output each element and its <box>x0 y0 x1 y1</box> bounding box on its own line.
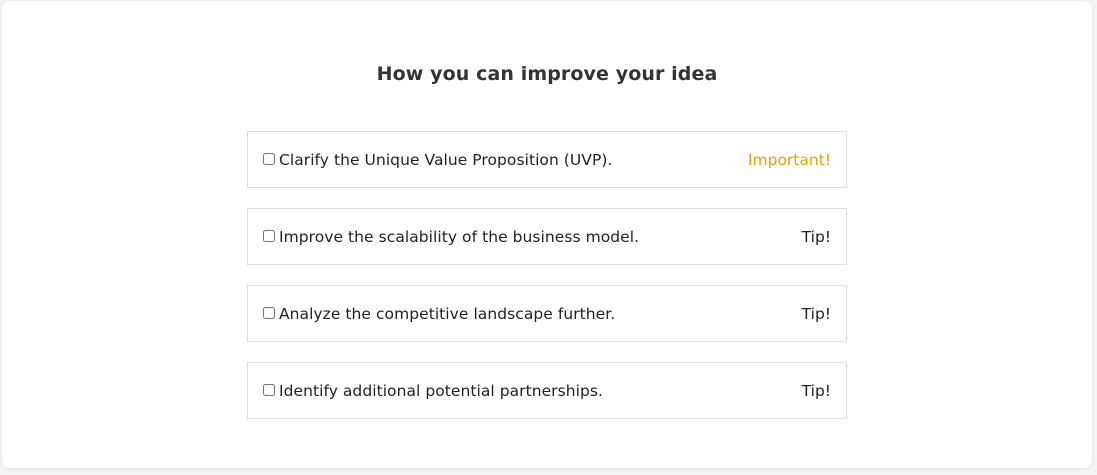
important-badge: Important! <box>747 150 831 169</box>
item-label: Improve the scalability of the business … <box>279 227 640 246</box>
improvement-list: Clarify the Unique Value Proposition (UV… <box>247 131 847 439</box>
improvement-card: How you can improve your idea Clarify th… <box>2 1 1092 468</box>
item-label: Clarify the Unique Value Proposition (UV… <box>279 150 613 169</box>
list-item: Improve the scalability of the business … <box>247 208 847 265</box>
list-item: Analyze the competitive landscape furthe… <box>247 285 847 342</box>
tip-badge: Tip! <box>801 304 831 323</box>
item-label: Identify additional potential partnershi… <box>279 381 603 400</box>
page-title: How you can improve your idea <box>376 63 718 85</box>
tip-badge: Tip! <box>801 227 831 246</box>
item-checkbox[interactable] <box>263 383 275 396</box>
item-checkbox[interactable] <box>263 229 275 242</box>
tip-badge: Tip! <box>801 381 831 400</box>
item-checkbox[interactable] <box>263 152 275 165</box>
list-item: Identify additional potential partnershi… <box>247 362 847 419</box>
list-item: Clarify the Unique Value Proposition (UV… <box>247 131 847 188</box>
item-checkbox[interactable] <box>263 306 275 319</box>
item-label: Analyze the competitive landscape furthe… <box>279 304 616 323</box>
